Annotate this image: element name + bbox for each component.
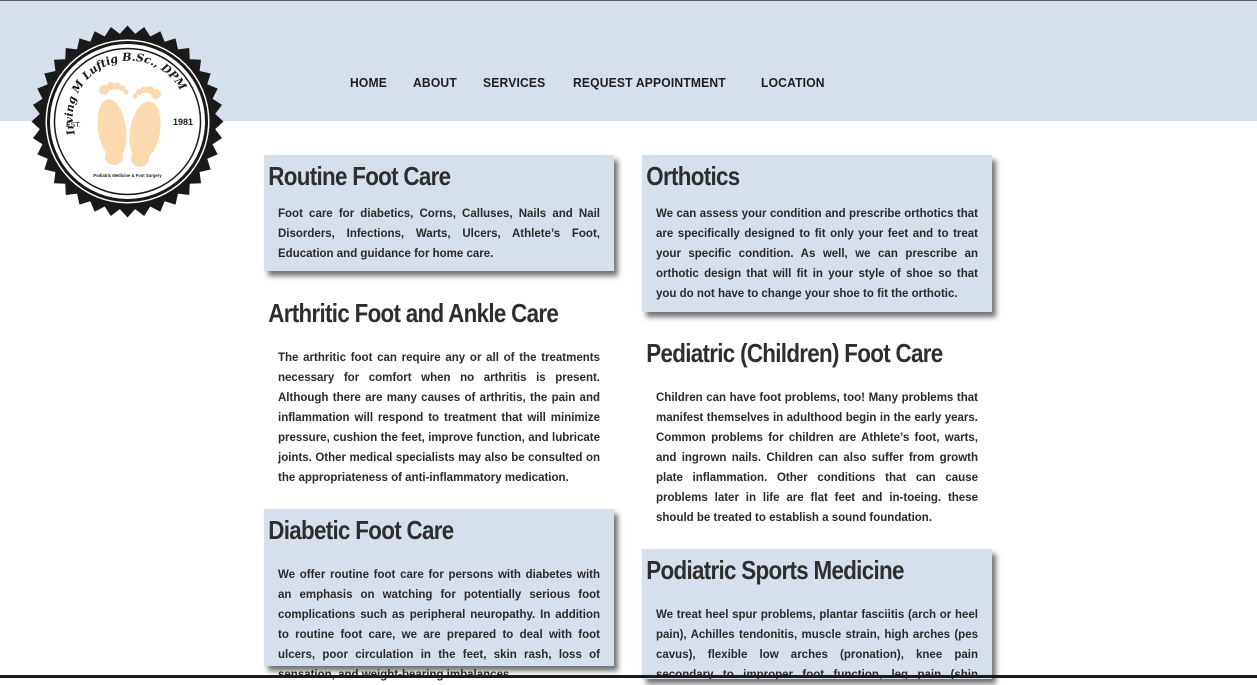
service-title: Pediatric (Children) Foot Care <box>646 338 943 368</box>
service-card-routine-foot-care: Routine Foot Care Foot care for diabetic… <box>264 155 614 271</box>
service-title: Routine Foot Care <box>268 161 451 191</box>
practice-logo-seal[interactable]: Irving M Luftig B.Sc., DPM EST. 1981 Pod… <box>30 24 225 219</box>
service-title: Diabetic Foot Care <box>268 515 454 545</box>
service-description: We can assess your condition and prescri… <box>656 208 978 300</box>
service-title: Podiatric Sports Medicine <box>646 555 904 585</box>
service-title: Orthotics <box>646 161 740 191</box>
service-card-orthotics: Orthotics We can assess your condition a… <box>642 155 992 312</box>
service-title: Arthritic Foot and Ankle Care <box>268 298 559 328</box>
service-card-arthritic-foot-care: Arthritic Foot and Ankle Care The arthri… <box>264 292 614 492</box>
service-card-podiatric-sports-medicine: Podiatric Sports Medicine We treat heel … <box>642 549 992 679</box>
nav-services[interactable]: SERVICES <box>483 75 545 90</box>
service-description: We treat heel spur problems, plantar fas… <box>656 609 978 679</box>
logo-year: 1981 <box>173 117 193 127</box>
service-description: Children can have foot problems, too! Ma… <box>656 392 978 524</box>
nav-about[interactable]: ABOUT <box>413 75 457 90</box>
service-description: The arthritic foot can require any or al… <box>278 352 600 484</box>
service-card-pediatric-foot-care: Pediatric (Children) Foot Care Children … <box>642 332 992 532</box>
nav-request-appointment[interactable]: REQUEST APPOINTMENT <box>573 75 726 90</box>
service-description: Foot care for diabetics, Corns, Calluses… <box>278 208 600 260</box>
logo-tagline: Podiatric Medicine & Foot Surgery <box>93 173 162 178</box>
service-description: We offer routine foot care for persons w… <box>278 569 600 681</box>
main-nav: HOME ABOUT SERVICES REQUEST APPOINTMENT … <box>350 75 852 90</box>
nav-home[interactable]: HOME <box>350 75 387 90</box>
nav-location[interactable]: LOCATION <box>761 75 825 90</box>
service-card-diabetic-foot-care: Diabetic Foot Care We offer routine foot… <box>264 509 614 681</box>
logo-est: EST. <box>66 122 81 129</box>
